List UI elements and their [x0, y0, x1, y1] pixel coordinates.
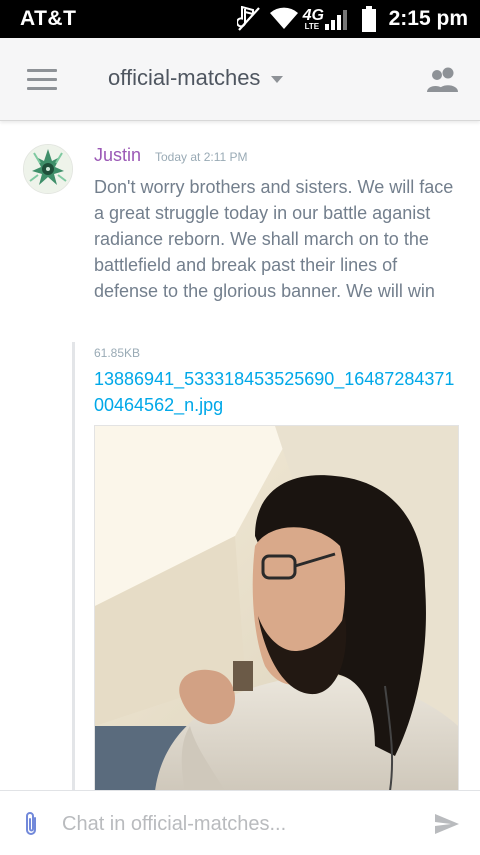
send-icon[interactable] [434, 813, 460, 835]
avatar[interactable] [23, 144, 73, 194]
channel-name: official-matches [108, 65, 261, 90]
status-bar: AT&T 4G LTE 2:15 pm [0, 0, 480, 38]
attachment-divider [72, 342, 75, 792]
message-author[interactable]: Justin [94, 145, 141, 166]
chat-input[interactable] [60, 807, 424, 841]
status-icons: 4G LTE 2:15 pm [236, 0, 468, 38]
network-sub-label: LTE [304, 22, 320, 31]
composer [0, 790, 480, 855]
toolbar: official-matches [0, 38, 480, 121]
message-timestamp: Today at 2:11 PM [155, 150, 248, 164]
attachment-image[interactable] [94, 425, 459, 792]
battery-icon [361, 6, 376, 32]
caret-down-icon [271, 76, 284, 83]
network-indicator: 4G LTE [301, 0, 325, 38]
channel-selector[interactable]: official-matches [108, 65, 284, 91]
hamburger-icon[interactable] [27, 69, 57, 91]
members-icon[interactable] [426, 65, 460, 93]
attachment-link[interactable]: 13886941_533318453525690_164872843710046… [94, 366, 464, 418]
carrier-label: AT&T [20, 7, 77, 30]
mute-icon [236, 6, 260, 31]
clock: 2:15 pm [388, 7, 468, 30]
paperclip-icon[interactable] [22, 811, 40, 837]
message-text: Don't worry brothers and sisters. We wil… [94, 177, 454, 301]
attachment-size: 61.85KB [94, 346, 141, 360]
signal-icon [324, 10, 347, 30]
wifi-icon [269, 7, 298, 29]
